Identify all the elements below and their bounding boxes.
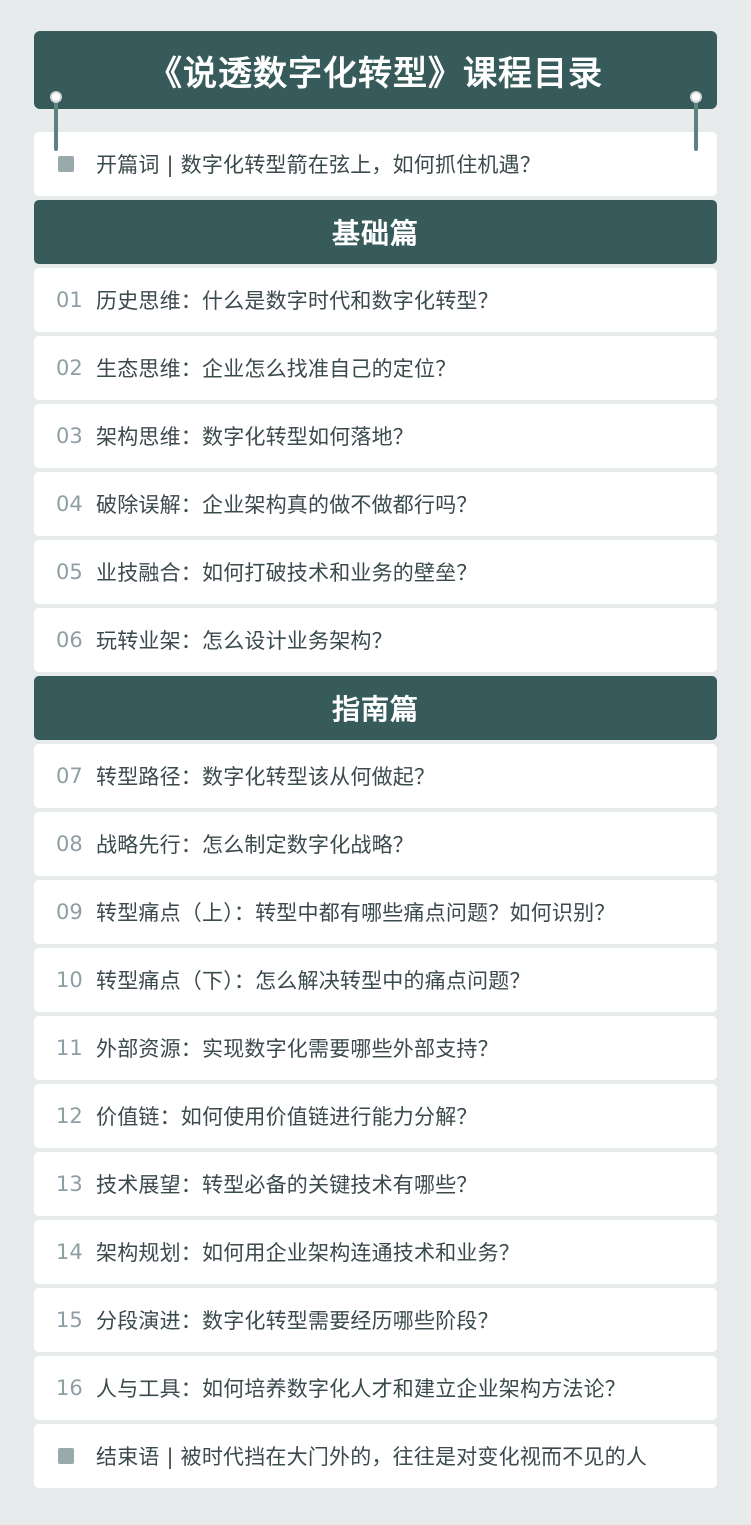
outro-text: 结束语 | 被时代挡在大门外的，往往是对变化视而不见的人	[96, 1445, 648, 1469]
catalog-title-bar: 《说透数字化转型》课程目录	[34, 31, 717, 109]
lesson-number: 06	[56, 628, 83, 652]
lesson-title: 价值链：如何使用价值链进行能力分解？	[96, 1105, 478, 1129]
lesson-number: 05	[56, 560, 83, 584]
lesson-row-13[interactable]: 13 技术展望：转型必备的关键技术有哪些？	[34, 1152, 717, 1216]
lesson-row-14[interactable]: 14 架构规划：如何用企业架构连通技术和业务？	[34, 1220, 717, 1284]
square-bullet-icon	[56, 156, 96, 172]
lesson-number: 09	[56, 900, 83, 924]
lesson-row-10[interactable]: 10 转型痛点（下）：怎么解决转型中的痛点问题？	[34, 948, 717, 1012]
lesson-title: 业技融合：如何打破技术和业务的壁垒？	[96, 561, 478, 585]
lesson-number: 13	[56, 1172, 83, 1196]
section-header-basics: 基础篇	[34, 200, 717, 264]
lesson-number: 11	[56, 1036, 83, 1060]
lesson-title: 架构规划：如何用企业架构连通技术和业务？	[96, 1241, 520, 1265]
lesson-title: 历史思维：什么是数字时代和数字化转型？	[96, 289, 499, 313]
left-hanger-string	[54, 97, 58, 151]
lesson-row-01[interactable]: 01 历史思维：什么是数字时代和数字化转型？	[34, 268, 717, 332]
lesson-title: 技术展望：转型必备的关键技术有哪些？	[96, 1173, 478, 1197]
lesson-title: 生态思维：企业怎么找准自己的定位？	[96, 357, 457, 381]
lesson-row-15[interactable]: 15 分段演进：数字化转型需要经历哪些阶段？	[34, 1288, 717, 1352]
lesson-row-09[interactable]: 09 转型痛点（上）：转型中都有哪些痛点问题？如何识别？	[34, 880, 717, 944]
lesson-number: 01	[56, 288, 83, 312]
lesson-row-03[interactable]: 03 架构思维：数字化转型如何落地？	[34, 404, 717, 468]
lesson-row-07[interactable]: 07 转型路径：数字化转型该从何做起？	[34, 744, 717, 808]
lesson-row-08[interactable]: 08 战略先行：怎么制定数字化战略？	[34, 812, 717, 876]
lesson-number: 16	[56, 1376, 83, 1400]
lesson-row-11[interactable]: 11 外部资源：实现数字化需要哪些外部支持？	[34, 1016, 717, 1080]
lesson-number: 10	[56, 968, 83, 992]
lesson-title: 破除误解：企业架构真的做不做都行吗？	[96, 493, 478, 517]
catalog-list: 开篇词 | 数字化转型箭在弦上，如何抓住机遇？ 基础篇 01 历史思维：什么是数…	[34, 132, 717, 1492]
section-label: 指南篇	[331, 693, 419, 726]
outro-row[interactable]: 结束语 | 被时代挡在大门外的，往往是对变化视而不见的人	[34, 1424, 717, 1488]
lesson-number: 04	[56, 492, 83, 516]
lesson-title: 人与工具：如何培养数字化人才和建立企业架构方法论？	[96, 1377, 626, 1401]
lesson-title: 玩转业架：怎么设计业务架构？	[96, 629, 393, 653]
intro-row[interactable]: 开篇词 | 数字化转型箭在弦上，如何抓住机遇？	[34, 132, 717, 196]
lesson-title: 外部资源：实现数字化需要哪些外部支持？	[96, 1037, 499, 1061]
lesson-title: 转型路径：数字化转型该从何做起？	[96, 765, 436, 789]
right-hanger-knob	[690, 91, 702, 103]
section-header-guide: 指南篇	[34, 676, 717, 740]
lesson-number: 12	[56, 1104, 83, 1128]
right-hanger-string	[694, 97, 698, 151]
lesson-row-12[interactable]: 12 价值链：如何使用价值链进行能力分解？	[34, 1084, 717, 1148]
catalog-title: 《说透数字化转型》课程目录	[148, 53, 603, 94]
left-hanger-knob	[50, 91, 62, 103]
course-catalog-page: 《说透数字化转型》课程目录 开篇词 | 数字化转型箭在弦上，如何抓住机遇？ 基础…	[0, 0, 751, 1525]
lesson-title: 转型痛点（上）：转型中都有哪些痛点问题？如何识别？	[96, 901, 616, 925]
lesson-number: 14	[56, 1240, 83, 1264]
section-label: 基础篇	[331, 217, 419, 250]
lesson-number: 08	[56, 832, 83, 856]
lesson-number: 15	[56, 1308, 83, 1332]
lesson-title: 分段演进：数字化转型需要经历哪些阶段？	[96, 1309, 499, 1333]
lesson-number: 02	[56, 356, 83, 380]
lesson-row-06[interactable]: 06 玩转业架：怎么设计业务架构？	[34, 608, 717, 672]
lesson-row-04[interactable]: 04 破除误解：企业架构真的做不做都行吗？	[34, 472, 717, 536]
lesson-number: 07	[56, 764, 83, 788]
lesson-title: 架构思维：数字化转型如何落地？	[96, 425, 414, 449]
lesson-row-02[interactable]: 02 生态思维：企业怎么找准自己的定位？	[34, 336, 717, 400]
lesson-row-16[interactable]: 16 人与工具：如何培养数字化人才和建立企业架构方法论？	[34, 1356, 717, 1420]
lesson-title: 战略先行：怎么制定数字化战略？	[96, 833, 414, 857]
lesson-title: 转型痛点（下）：怎么解决转型中的痛点问题？	[96, 969, 531, 993]
lesson-row-05[interactable]: 05 业技融合：如何打破技术和业务的壁垒？	[34, 540, 717, 604]
lesson-number: 03	[56, 424, 83, 448]
square-bullet-icon	[56, 1448, 96, 1464]
intro-text: 开篇词 | 数字化转型箭在弦上，如何抓住机遇？	[96, 153, 542, 177]
